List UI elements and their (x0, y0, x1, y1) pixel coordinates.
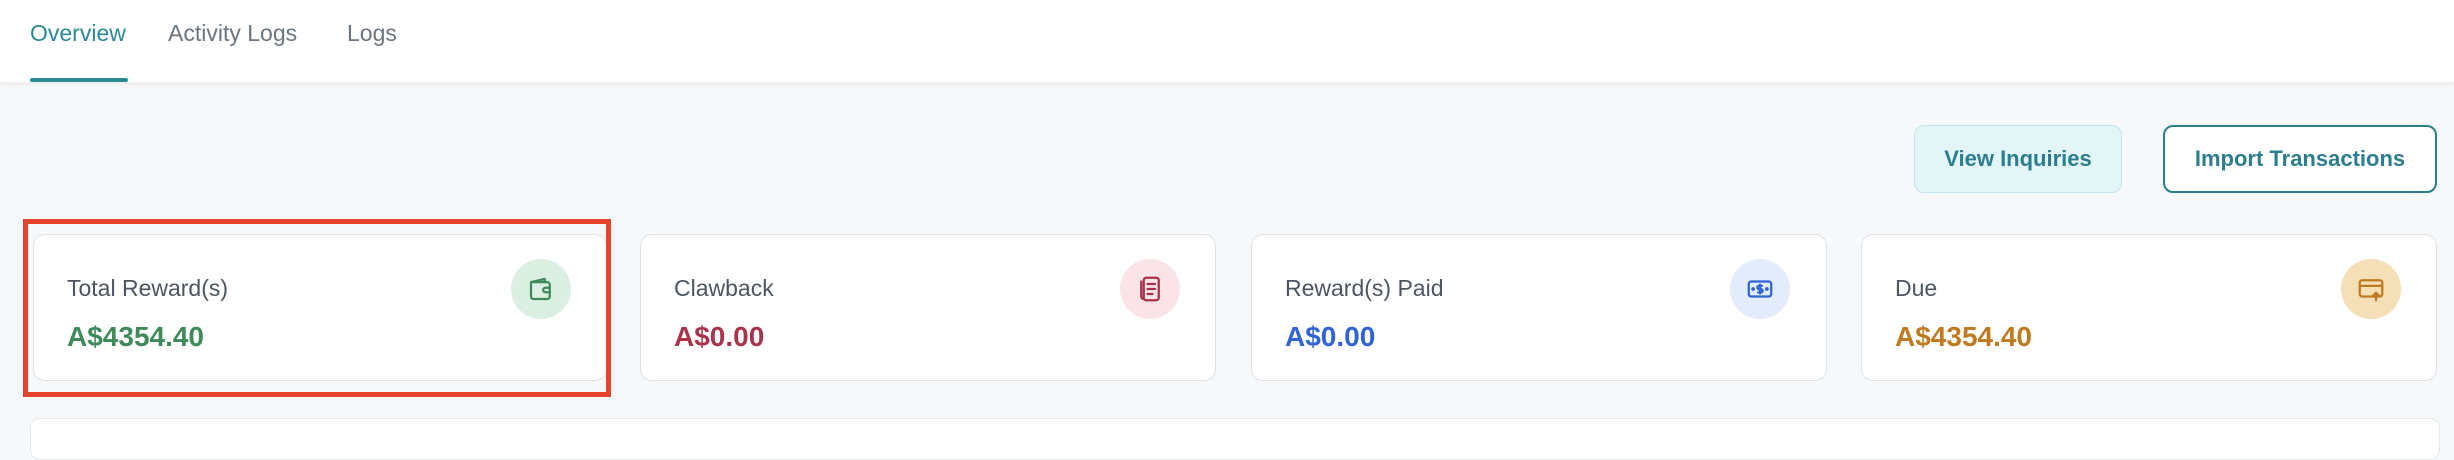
import-transactions-button[interactable]: Import Transactions (2163, 125, 2437, 193)
active-tab-indicator (30, 78, 128, 82)
rewards-paid-card: Reward(s) Paid A$0.00 (1251, 234, 1827, 381)
document-icon (1120, 259, 1180, 319)
card-value: A$4354.40 (1895, 321, 2033, 352)
content-panel (30, 418, 2440, 460)
card-value: A$0.00 (674, 321, 765, 352)
card-value: A$0.00 (1285, 321, 1376, 352)
tab-bar: Overview Activity Logs Logs (0, 0, 2454, 83)
card-upload-icon (2341, 259, 2401, 319)
tab-overview[interactable]: Overview (30, 20, 126, 60)
tab-logs[interactable]: Logs (347, 20, 397, 60)
card-label: Due (1895, 275, 1938, 301)
due-card: Due A$4354.40 (1861, 234, 2437, 381)
money-icon (1730, 259, 1790, 319)
clawback-card: Clawback A$0.00 (640, 234, 1216, 381)
tab-activity-logs[interactable]: Activity Logs (168, 20, 297, 60)
selection-highlight (23, 219, 611, 397)
view-inquiries-button[interactable]: View Inquiries (1914, 125, 2122, 193)
card-label: Clawback (674, 275, 774, 301)
card-label: Reward(s) Paid (1285, 275, 1444, 301)
